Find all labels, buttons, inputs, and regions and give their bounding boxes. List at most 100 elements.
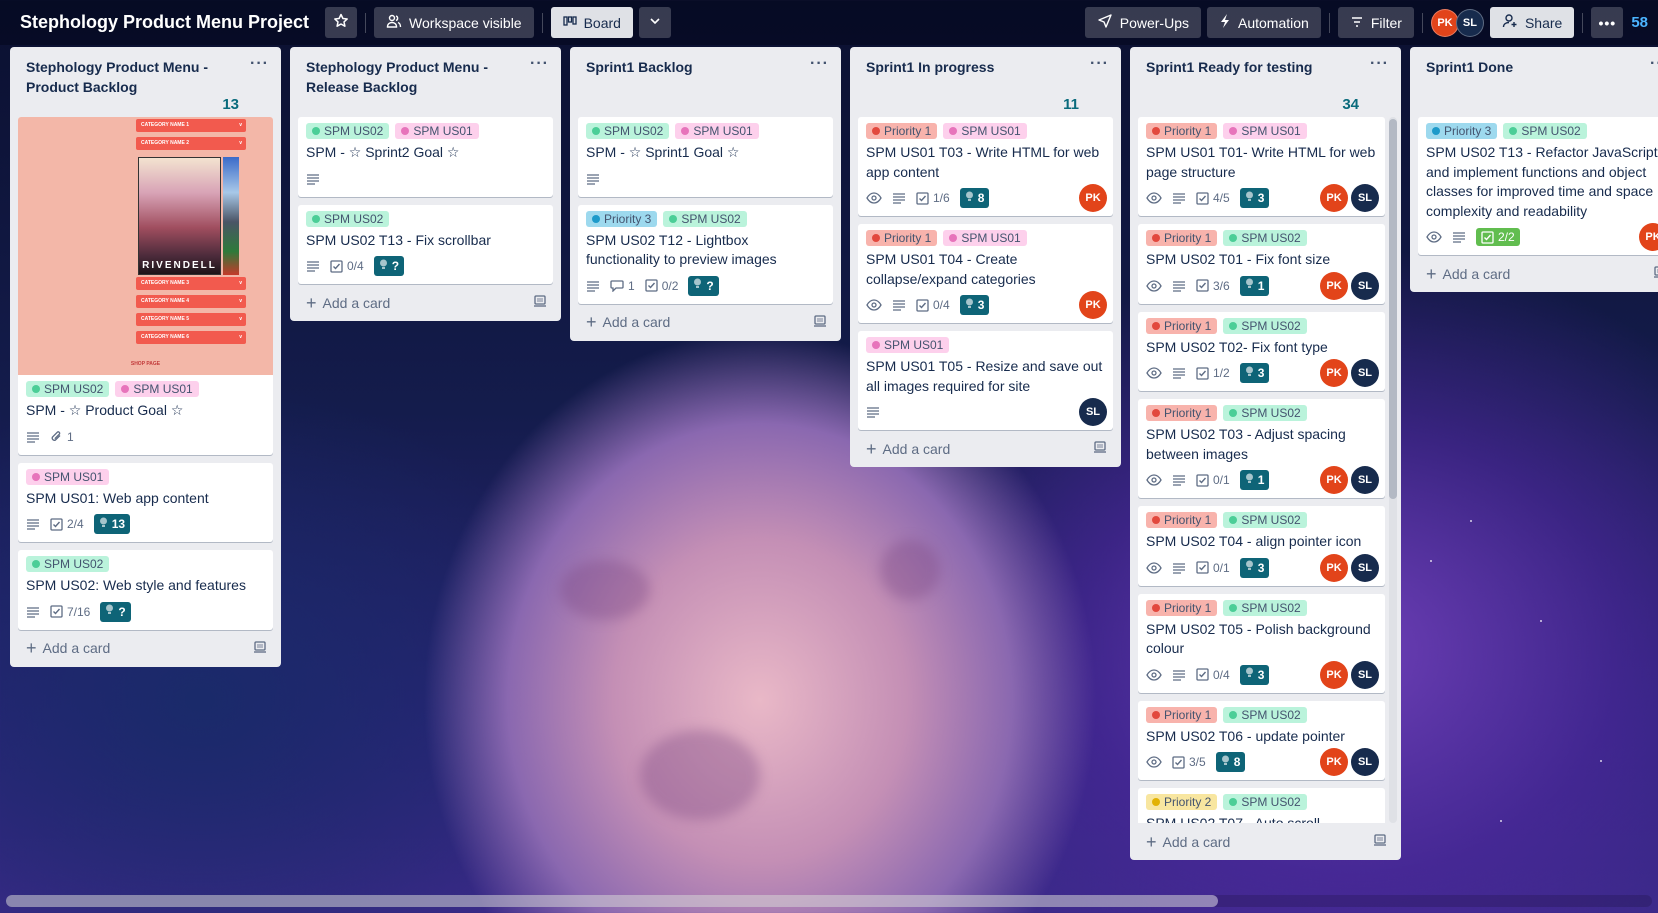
card[interactable]: Priority 1 SPM US02 SPM US02 T04 - align p… bbox=[1138, 506, 1385, 586]
card-label[interactable]: SPM US02 bbox=[1223, 317, 1307, 334]
member-avatar[interactable]: SL bbox=[1351, 466, 1379, 494]
board-horizontal-scrollbar[interactable] bbox=[6, 895, 1652, 907]
card-label[interactable]: SPM US02 bbox=[586, 123, 670, 139]
member-avatar[interactable]: PK bbox=[1639, 223, 1658, 251]
card-label[interactable]: SPM US02 bbox=[306, 210, 390, 227]
member-avatar[interactable]: SL bbox=[1351, 660, 1379, 689]
member-avatar[interactable]: SL bbox=[1351, 359, 1379, 387]
member-avatar[interactable]: SL bbox=[1351, 271, 1379, 300]
member-avatar[interactable]: SL bbox=[1351, 184, 1379, 212]
list-menu-button[interactable]: ··· bbox=[1650, 55, 1658, 73]
card[interactable]: Priority 3 SPM US02 SPM US02 T12 - Lightbo… bbox=[578, 204, 833, 304]
add-card-button[interactable]: + Add a card bbox=[1418, 255, 1658, 284]
card-label[interactable]: Priority 1 bbox=[866, 123, 938, 139]
visibility-button[interactable]: Workspace visible bbox=[374, 7, 534, 38]
add-card-button[interactable]: + Add a card bbox=[298, 284, 553, 313]
card-label[interactable]: SPM US01 bbox=[943, 123, 1027, 139]
card[interactable]: SPM US02 SPM US01 SPM - ☆ Sprint1 Goal ☆ bbox=[578, 117, 833, 197]
card-label[interactable]: Priority 3 bbox=[586, 210, 658, 227]
card-label[interactable]: SPM US02 bbox=[26, 381, 110, 397]
card-label[interactable]: SPM US02 bbox=[1223, 405, 1307, 421]
view-dropdown-button[interactable] bbox=[638, 7, 671, 38]
add-card-button[interactable]: + Add a card bbox=[18, 630, 273, 659]
card-label[interactable]: SPM US02 bbox=[1223, 599, 1307, 616]
member-avatar[interactable]: SL bbox=[1351, 553, 1379, 582]
list-title[interactable]: Stephology Product Menu - Product Backlo… bbox=[26, 57, 239, 97]
card[interactable]: Priority 2 SPM US02 SPM US02 T07 - Auto sc… bbox=[1138, 788, 1385, 823]
view-switcher-board[interactable]: Board bbox=[550, 7, 633, 38]
card-label[interactable]: Priority 1 bbox=[1146, 706, 1218, 723]
card-label[interactable]: SPM US01 bbox=[1223, 123, 1307, 139]
power-ups-button[interactable]: Power-Ups bbox=[1084, 7, 1201, 38]
list-menu-button[interactable]: ··· bbox=[1090, 55, 1109, 73]
card-label[interactable]: SPM US02 bbox=[1503, 123, 1587, 139]
list-menu-button[interactable]: ··· bbox=[250, 55, 269, 73]
card-template-icon[interactable] bbox=[1653, 265, 1658, 282]
card-label[interactable]: Priority 1 bbox=[1146, 512, 1218, 528]
card-label[interactable]: Priority 1 bbox=[1146, 230, 1218, 246]
card[interactable]: SPM US02 SPM US01 SPM - ☆ Sprint2 Goal ☆ bbox=[298, 117, 553, 197]
card[interactable]: Priority 1 SPM US01 SPM US01 T04 - Create … bbox=[858, 224, 1113, 323]
card-label[interactable]: SPM US02 bbox=[1223, 794, 1307, 810]
card-template-icon[interactable] bbox=[1093, 440, 1107, 457]
member-avatar[interactable]: PK bbox=[1320, 271, 1348, 300]
list-title[interactable]: Stephology Product Menu - Release Backlo… bbox=[306, 57, 519, 97]
filter-button[interactable]: Filter bbox=[1337, 7, 1414, 38]
card-label[interactable]: SPM US02 bbox=[1223, 230, 1307, 246]
list-vertical-scrollbar[interactable] bbox=[1389, 117, 1397, 823]
scrollbar-thumb[interactable] bbox=[6, 895, 1218, 907]
member-avatar[interactable]: PK bbox=[1320, 466, 1348, 494]
add-card-button[interactable]: + Add a card bbox=[578, 304, 833, 333]
card[interactable]: SPM US02 SPM US02: Web style and features… bbox=[18, 550, 273, 630]
card-label[interactable]: SPM US02 bbox=[663, 210, 747, 227]
card-template-icon[interactable] bbox=[813, 314, 827, 331]
card-label[interactable]: Priority 2 bbox=[1146, 794, 1218, 810]
card[interactable]: Priority 1 SPM US01 SPM US01 T03 - Write H… bbox=[858, 117, 1113, 216]
card-label[interactable]: SPM US01 bbox=[866, 337, 950, 353]
card[interactable]: Priority 1 SPM US02 SPM US02 T03 - Adjust … bbox=[1138, 399, 1385, 498]
member-avatar[interactable]: PK bbox=[1320, 748, 1348, 776]
member-avatar[interactable]: SL bbox=[1455, 8, 1484, 37]
scrollbar-thumb[interactable] bbox=[1389, 119, 1397, 499]
card-template-icon[interactable] bbox=[1373, 833, 1387, 850]
list-title[interactable]: Sprint1 Ready for testing bbox=[1146, 57, 1359, 77]
list-title[interactable]: Sprint1 In progress bbox=[866, 57, 1079, 77]
member-avatar[interactable]: PK bbox=[1320, 660, 1348, 689]
member-avatar[interactable]: PK bbox=[1320, 184, 1348, 212]
member-avatar[interactable]: PK bbox=[1079, 291, 1107, 319]
member-avatar[interactable]: PK bbox=[1079, 184, 1107, 212]
add-card-button[interactable]: + Add a card bbox=[858, 430, 1113, 459]
member-avatar[interactable]: PK bbox=[1320, 553, 1348, 582]
member-avatar[interactable]: PK bbox=[1430, 8, 1459, 37]
card-label[interactable]: SPM US01 bbox=[26, 468, 110, 485]
card-label[interactable]: SPM US02 bbox=[26, 556, 110, 572]
card-template-icon[interactable] bbox=[533, 294, 547, 311]
card[interactable]: SPM US02 SPM US02 T13 - Fix scrollbar 0/4? bbox=[298, 204, 553, 284]
card-label[interactable]: SPM US02 bbox=[1223, 706, 1307, 723]
board-menu-button[interactable]: ••• bbox=[1591, 7, 1624, 38]
card[interactable]: Priority 3 SPM US02 SPM US02 T13 - Refacto… bbox=[1418, 117, 1658, 255]
list-menu-button[interactable]: ··· bbox=[810, 55, 829, 73]
card-label[interactable]: Priority 1 bbox=[1146, 405, 1218, 421]
card-label[interactable]: SPM US01 bbox=[675, 123, 759, 139]
card-label[interactable]: Priority 1 bbox=[1146, 599, 1218, 616]
card-label[interactable]: Priority 1 bbox=[1146, 123, 1218, 139]
star-button[interactable] bbox=[325, 7, 358, 38]
member-avatar[interactable]: SL bbox=[1351, 748, 1379, 776]
card-label[interactable]: Priority 3 bbox=[1426, 123, 1498, 139]
add-card-button[interactable]: + Add a card bbox=[1138, 823, 1393, 852]
card-label[interactable]: SPM US01 bbox=[395, 123, 479, 139]
automation-button[interactable]: Automation bbox=[1207, 7, 1321, 38]
card[interactable]: CATEGORY NAME 1 CATEGORY NAME 2 CATEGORY N… bbox=[18, 117, 273, 455]
card[interactable]: SPM US01 SPM US01: Web app content 2/4 13 bbox=[18, 462, 273, 542]
member-avatar[interactable]: PK bbox=[1320, 359, 1348, 387]
card-label[interactable]: SPM US02 bbox=[1223, 512, 1307, 528]
card-label[interactable]: SPM US02 bbox=[306, 123, 390, 139]
member-avatar[interactable]: SL bbox=[1079, 398, 1107, 426]
list-menu-button[interactable]: ··· bbox=[1370, 55, 1389, 73]
list-menu-button[interactable]: ··· bbox=[530, 55, 549, 73]
board-title[interactable]: Stephology Product Menu Project bbox=[20, 12, 309, 33]
card-label[interactable]: Priority 1 bbox=[866, 230, 938, 246]
card-template-icon[interactable] bbox=[253, 640, 267, 657]
card[interactable]: Priority 1 SPM US02 SPM US02 T05 - Polish … bbox=[1138, 593, 1385, 693]
